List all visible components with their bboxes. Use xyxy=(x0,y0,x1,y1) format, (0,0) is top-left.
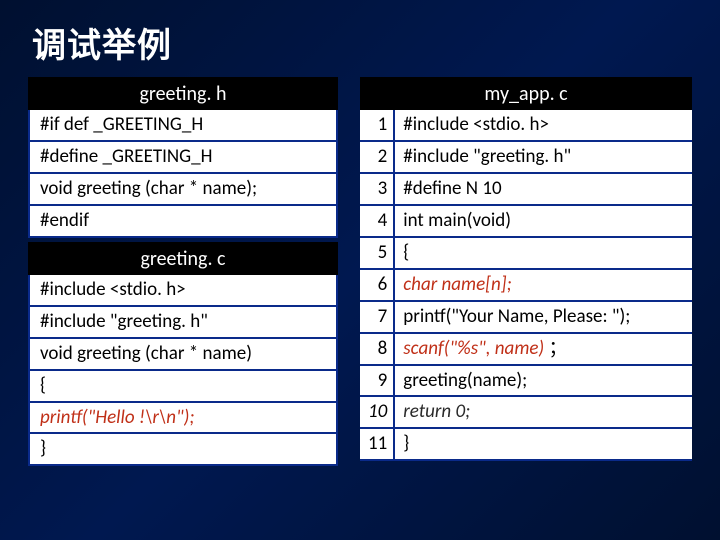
table-row: 3#define N 10 xyxy=(360,173,692,205)
line-number: 7 xyxy=(360,301,394,333)
code-cell: } xyxy=(394,428,692,460)
code-cell: printf("Your Name, Please: "); xyxy=(394,301,692,333)
code-cell: { xyxy=(394,237,692,269)
code-cell: scanf("%s", name) ； xyxy=(394,333,692,365)
code-cell: #include <stdio. h> xyxy=(394,110,692,141)
code-line: #include "greeting. h" xyxy=(28,307,338,339)
code-cell: #define N 10 xyxy=(394,173,692,205)
greeting-h-header: greeting. h xyxy=(28,77,338,110)
code-line: void greeting (char * name); xyxy=(28,174,338,206)
left-column: greeting. h #if def _GREETING_H #define … xyxy=(28,77,338,466)
line-number: 2 xyxy=(360,141,394,173)
line-number: 4 xyxy=(360,205,394,237)
table-row: 1#include <stdio. h> xyxy=(360,110,692,141)
line-number: 1 xyxy=(360,110,394,141)
table-row: 5{ xyxy=(360,237,692,269)
right-column: my_app. c 1#include <stdio. h>2#include … xyxy=(360,77,692,466)
table-row: 9greeting(name); xyxy=(360,365,692,397)
code-line: #if def _GREETING_H xyxy=(28,110,338,142)
slide-title: 调试举例 xyxy=(32,18,692,67)
line-number: 5 xyxy=(360,237,394,269)
line-number: 10 xyxy=(360,396,394,428)
table-row: 7printf("Your Name, Please: "); xyxy=(360,301,692,333)
code-line: } xyxy=(28,434,338,466)
code-line: #endif xyxy=(28,206,338,238)
code-line: void greeting (char * name) xyxy=(28,339,338,371)
code-cell: #include "greeting. h" xyxy=(394,141,692,173)
code-cell: int main(void) xyxy=(394,205,692,237)
myapp-c-header: my_app. c xyxy=(360,77,692,110)
table-row: 4int main(void) xyxy=(360,205,692,237)
table-row: 8scanf("%s", name) ； xyxy=(360,333,692,365)
table-row: 2#include "greeting. h" xyxy=(360,141,692,173)
line-number: 8 xyxy=(360,333,394,365)
code-line-emphasis: printf("Hello !\r\n"); xyxy=(28,403,338,435)
code-line: { xyxy=(28,371,338,403)
columns: greeting. h #if def _GREETING_H #define … xyxy=(28,77,692,466)
line-number: 9 xyxy=(360,365,394,397)
code-line: #include <stdio. h> xyxy=(28,275,338,307)
table-row: 11} xyxy=(360,428,692,460)
line-number: 6 xyxy=(360,269,394,301)
table-row: 10 return 0; xyxy=(360,396,692,428)
line-number: 11 xyxy=(360,428,394,460)
code-line: #define _GREETING_H xyxy=(28,142,338,174)
line-number: 3 xyxy=(360,173,394,205)
table-row: 6char name[n]; xyxy=(360,269,692,301)
greeting-c-header: greeting. c xyxy=(28,242,338,275)
code-cell: greeting(name); xyxy=(394,365,692,397)
code-cell: char name[n]; xyxy=(394,269,692,301)
code-table: 1#include <stdio. h>2#include "greeting.… xyxy=(360,110,692,461)
code-cell: return 0; xyxy=(394,396,692,428)
